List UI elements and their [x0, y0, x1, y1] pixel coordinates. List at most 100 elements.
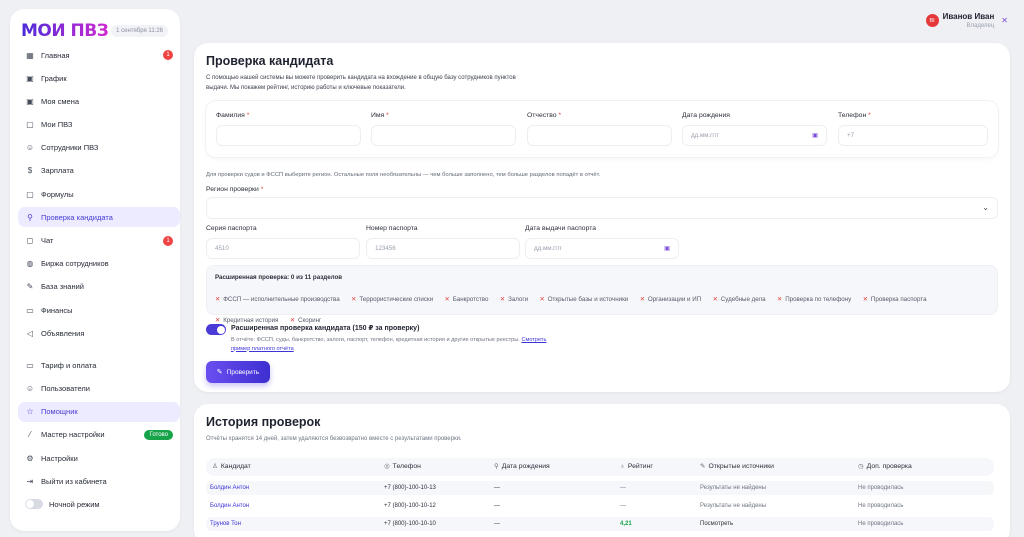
chip: ✕ Скоринг [289, 317, 322, 324]
sidebar-item-staff[interactable]: ☺ Сотрудники ПВЗ [18, 138, 180, 158]
passport-number-label: Номер паспорта [366, 225, 418, 232]
cell-name[interactable]: Болдин Антон [210, 499, 249, 513]
sidebar-item-label: Пользователи [41, 383, 90, 393]
check-button[interactable]: ✎ Проверить [206, 361, 270, 383]
chip: ✕ Организации и ИП [639, 296, 702, 303]
extended-check-title: Расширенная проверка: 0 из 11 разделов [215, 274, 343, 281]
birth-date-input[interactable]: дд.мм.гггг ▣ [682, 125, 827, 146]
sidebar-item-knowledge[interactable]: ✎ База знаний [18, 277, 180, 297]
passport-issue-date-input[interactable]: дд.мм.гггг ▣ [525, 238, 679, 259]
sidebar-item-salary[interactable]: $ Зарплата [18, 161, 180, 181]
sidebar-item-label: Формулы [41, 189, 74, 199]
cross-icon: ✕ [215, 296, 221, 303]
user-role: Владелец [966, 23, 995, 29]
box-icon: ▢ [26, 189, 34, 199]
patronymic-label: Отчество [527, 112, 557, 119]
table-row[interactable]: Болдин Антон +7 (800)-100-10-12 — — Резу… [206, 499, 994, 513]
passport-series-input[interactable]: 4510 [206, 238, 360, 259]
last-name-group: Фамилия * [216, 112, 361, 146]
chip: ✕ Открытые базы и источники [539, 296, 629, 303]
table-row[interactable]: Болдин Антон +7 (800)-100-10-13 — — Резу… [206, 481, 994, 495]
wand-icon: ⁄ [29, 430, 31, 440]
sidebar: МОИ ПВЗ 1 сентября 11:26 ▦ Главная 1 ▣ Г… [10, 9, 180, 531]
last-name-label: Фамилия [216, 112, 245, 119]
search-user-icon: ⚲ [27, 212, 33, 222]
sidebar-item-finance[interactable]: ▭ Финансы [18, 300, 180, 320]
calendar-icon[interactable]: ▣ [664, 245, 670, 252]
column-extra-check[interactable]: ◷ Доп. проверка [858, 458, 912, 476]
page-description: С помощью нашей системы вы можете провер… [206, 75, 516, 91]
cell-phone: +7 (800)-100-10-10 [384, 521, 436, 527]
column-candidate[interactable]: ♙ Кандидат [212, 458, 251, 476]
sidebar-item-tariff[interactable]: ▭ Тариф и оплата [18, 355, 180, 375]
passport-number-group: Номер паспорта 123456 [366, 225, 520, 259]
calendar-icon[interactable]: ▣ [812, 132, 818, 139]
sidebar-item-formulas[interactable]: ▢ Формулы [18, 184, 180, 204]
collapse-icon[interactable]: ✕ [1001, 16, 1008, 25]
cross-icon: ✕ [639, 296, 645, 303]
sidebar-item-setup-wizard[interactable]: ⁄ Мастер настройки Готово [18, 425, 180, 445]
phone-icon: ◎ [384, 463, 390, 470]
patronymic-input[interactable] [527, 125, 672, 146]
cell-birth: — [494, 503, 500, 509]
card-icon: ▭ [26, 360, 34, 370]
column-phone[interactable]: ◎ Телефон [384, 458, 421, 476]
sidebar-item-candidate-check[interactable]: ⚲ Проверка кандидата [18, 207, 180, 228]
user-menu[interactable]: ВI Иванов Иван Владелец ✕ [925, 12, 1008, 29]
sidebar-item-assistant[interactable]: ☆ Помощник [18, 401, 180, 422]
cell-extra: Не проводилась [858, 503, 904, 509]
sidebar-item-my-shift[interactable]: ▣ Моя смена [18, 91, 180, 111]
table-row[interactable]: Трунов Тон +7 (800)-100-10-10 — 4,21 Пос… [206, 517, 994, 531]
chip: ✕ Проверка паспорта [862, 296, 927, 303]
sidebar-item-logout[interactable]: ⇥ Выйти из кабинета [18, 471, 180, 491]
first-name-label: Имя [371, 112, 385, 119]
passport-number-input[interactable]: 123456 [366, 238, 520, 259]
first-name-input[interactable] [371, 125, 516, 146]
chip: ✕ Террористические списки [351, 296, 434, 303]
sidebar-item-label: Главная [41, 50, 70, 60]
birth-date-label: Дата рождения [682, 112, 730, 119]
sidebar-item-label: Финансы [41, 305, 73, 315]
passport-series-group: Серия паспорта 4510 [206, 225, 360, 259]
cross-icon: ✕ [444, 296, 450, 303]
extended-check-toggle[interactable] [206, 324, 226, 335]
night-mode-toggle[interactable]: Ночной режим [18, 494, 180, 514]
sidebar-item-exchange[interactable]: ◍ Биржа сотрудников [18, 254, 180, 274]
cross-icon: ✕ [499, 296, 506, 303]
cell-name[interactable]: Болдин Антон [210, 481, 249, 495]
sidebar-item-label: Проверка кандидата [41, 212, 113, 222]
sidebar-item-label: График [41, 73, 67, 83]
sidebar-item-label: Помощник [41, 407, 78, 417]
cross-icon: ✕ [215, 317, 221, 324]
users-icon: ☺ [25, 143, 35, 153]
sidebar-nav: ▦ Главная 1 ▣ График ▣ Моя смена ▢ Мои П… [18, 45, 180, 518]
logo[interactable]: МОИ ПВЗ [21, 21, 109, 41]
sidebar-item-chat[interactable]: ◻ Чат 1 [18, 231, 180, 251]
sidebar-item-ads[interactable]: ◁ Объявления [18, 323, 180, 343]
cell-name[interactable]: Трунов Тон [210, 517, 241, 531]
cell-sources-link[interactable]: Посмотреть [700, 517, 733, 531]
chip: ✕ Судебные дела [712, 296, 766, 303]
phone-input[interactable]: +7 [838, 125, 988, 146]
sidebar-item-my-pvz[interactable]: ▢ Мои ПВЗ [18, 115, 180, 135]
last-name-input[interactable] [216, 125, 361, 146]
sidebar-item-label: Тариф и оплата [41, 360, 97, 370]
column-birth-date[interactable]: ⚲ Дата рождения [494, 458, 550, 476]
sidebar-item-label: Сотрудники ПВЗ [41, 143, 99, 153]
sidebar-item-users[interactable]: ☺ Пользователи [18, 378, 180, 398]
cell-rating: 4,21 [620, 521, 632, 527]
box-icon: ▢ [26, 120, 34, 130]
patronymic-group: Отчество * [527, 112, 672, 146]
sidebar-item-label: Чат [41, 236, 54, 245]
sidebar-item-home[interactable]: ▦ Главная 1 [18, 45, 180, 65]
users-icon: ☺ [25, 383, 35, 393]
sidebar-item-label: Настройки [41, 453, 78, 463]
region-select[interactable]: ⌄ [206, 197, 998, 219]
logo-row: МОИ ПВЗ 1 сентября 11:26 [10, 9, 180, 43]
toggle-icon[interactable] [25, 499, 43, 510]
sidebar-item-settings[interactable]: ⚙ Настройки [18, 448, 180, 468]
cross-icon: ✕ [289, 317, 296, 324]
column-rating[interactable]: ♁ Рейтинг [620, 458, 653, 476]
column-sources[interactable]: ✎ Открытые источники [700, 458, 774, 476]
sidebar-item-schedule[interactable]: ▣ График [18, 68, 180, 88]
